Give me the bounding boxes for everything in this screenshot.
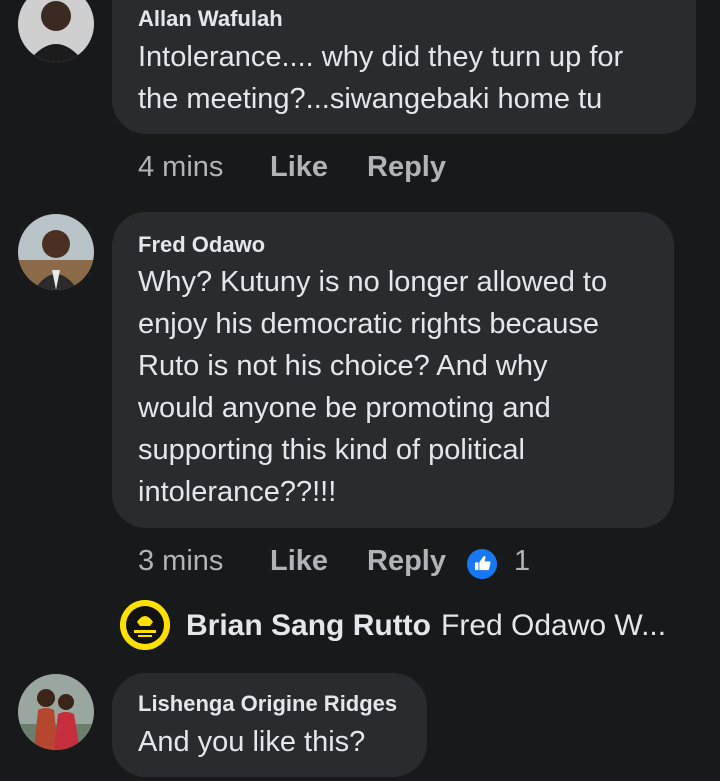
avatar-image <box>120 600 170 650</box>
comment-text: Intolerance.... why did they turn up for… <box>138 41 624 115</box>
avatar[interactable] <box>18 214 94 290</box>
reaction-count[interactable]: 1 <box>514 545 530 578</box>
reply-button[interactable]: Reply <box>367 545 446 578</box>
avatar-image <box>18 0 94 62</box>
avatar[interactable] <box>120 600 170 650</box>
comment-author[interactable]: Lishenga Origine Ridges <box>138 691 397 717</box>
avatar[interactable] <box>18 0 94 62</box>
comment-timestamp[interactable]: 3 mins <box>138 545 223 578</box>
like-button[interactable]: Like <box>270 545 328 578</box>
comment-author[interactable]: Allan Wafulah <box>138 6 283 32</box>
comment-text: Why? Kutuny is no longer allowed to enjo… <box>138 266 608 508</box>
comment-timestamp[interactable]: 4 mins <box>138 151 223 184</box>
avatar-image <box>18 214 94 290</box>
avatar-image <box>18 674 94 750</box>
avatar[interactable] <box>18 674 94 750</box>
thumbs-up-icon[interactable] <box>465 547 499 581</box>
reply-button[interactable]: Reply <box>367 151 446 184</box>
reply-preview-text[interactable]: Fred Odawo W... <box>441 609 666 643</box>
comment-author[interactable]: Fred Odawo <box>138 232 265 258</box>
thumbs-up-glyph <box>474 556 491 571</box>
reply-author[interactable]: Brian Sang Rutto <box>186 609 431 643</box>
comment-text: And you like this? <box>138 726 366 758</box>
like-button[interactable]: Like <box>270 151 328 184</box>
